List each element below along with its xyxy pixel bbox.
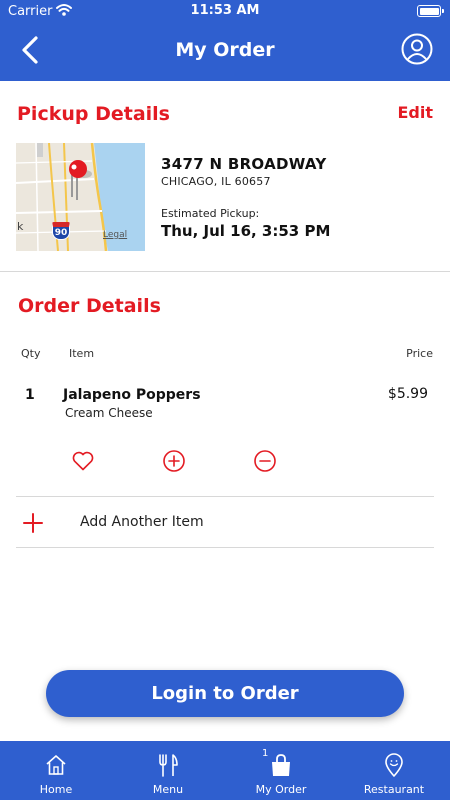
section-divider	[0, 271, 450, 272]
item-price: $5.99	[387, 386, 428, 402]
item-name: Jalapeno Poppers	[63, 387, 201, 403]
clock: 11:53 AM	[190, 3, 260, 18]
order-count-badge: 1	[262, 748, 269, 759]
add-another-item-button[interactable]: Add Another Item	[0, 504, 450, 542]
page-title: My Order	[175, 39, 275, 61]
item-quantity: 1	[25, 387, 35, 403]
tab-bar: Home Menu 1 My Order Restaurant	[0, 741, 450, 800]
fork-knife-icon	[159, 754, 178, 777]
price-column-header: Price	[406, 347, 433, 360]
bag-icon	[272, 754, 290, 776]
minus-circle-icon[interactable]	[253, 449, 277, 473]
item-modifier: Cream Cheese	[65, 406, 153, 420]
highway-shield: 90	[52, 222, 70, 240]
edit-button[interactable]: Edit	[397, 103, 433, 122]
map-legal-link[interactable]: Legal	[103, 230, 127, 240]
qty-column-header: Qty	[21, 347, 41, 360]
address-line-2: CHICAGO, IL 60657	[161, 175, 271, 188]
add-item-divider	[16, 547, 434, 548]
address-line-1: 3477 N BROADWAY	[161, 155, 327, 173]
plus-circle-icon[interactable]	[162, 449, 186, 473]
login-to-order-button[interactable]: Login to Order	[46, 670, 404, 717]
home-icon	[46, 755, 66, 775]
estimated-pickup-label: Estimated Pickup:	[161, 207, 260, 220]
tab-restaurant-label: Restaurant	[363, 783, 425, 796]
estimated-pickup-time: Thu, Jul 16, 3:53 PM	[161, 222, 331, 240]
map-label: k	[17, 220, 24, 233]
tab-home[interactable]: Home	[0, 741, 112, 800]
app-header: Carrier 11:53 AM My Order	[0, 0, 450, 81]
tab-restaurant[interactable]: Restaurant	[338, 741, 450, 800]
pickup-map[interactable]: 90 Legal k	[16, 143, 145, 251]
tab-menu[interactable]: Menu	[112, 741, 224, 800]
tab-menu-label: Menu	[152, 783, 184, 796]
tab-my-order-label: My Order	[255, 783, 307, 796]
plus-icon	[23, 513, 43, 533]
user-circle-icon[interactable]	[401, 33, 433, 65]
tab-home-label: Home	[39, 783, 73, 796]
item-divider	[16, 496, 434, 497]
heart-icon[interactable]	[71, 449, 95, 473]
tab-my-order[interactable]: 1 My Order	[225, 741, 337, 800]
highway-number: 90	[54, 228, 68, 238]
battery-icon	[417, 5, 444, 17]
item-column-header: Item	[69, 347, 95, 360]
order-details-title: Order Details	[18, 295, 161, 317]
add-another-item-label: Add Another Item	[80, 514, 204, 530]
location-pin-icon	[385, 753, 403, 777]
status-bar: Carrier 11:53 AM	[0, 0, 450, 24]
pickup-details-title: Pickup Details	[17, 103, 170, 125]
